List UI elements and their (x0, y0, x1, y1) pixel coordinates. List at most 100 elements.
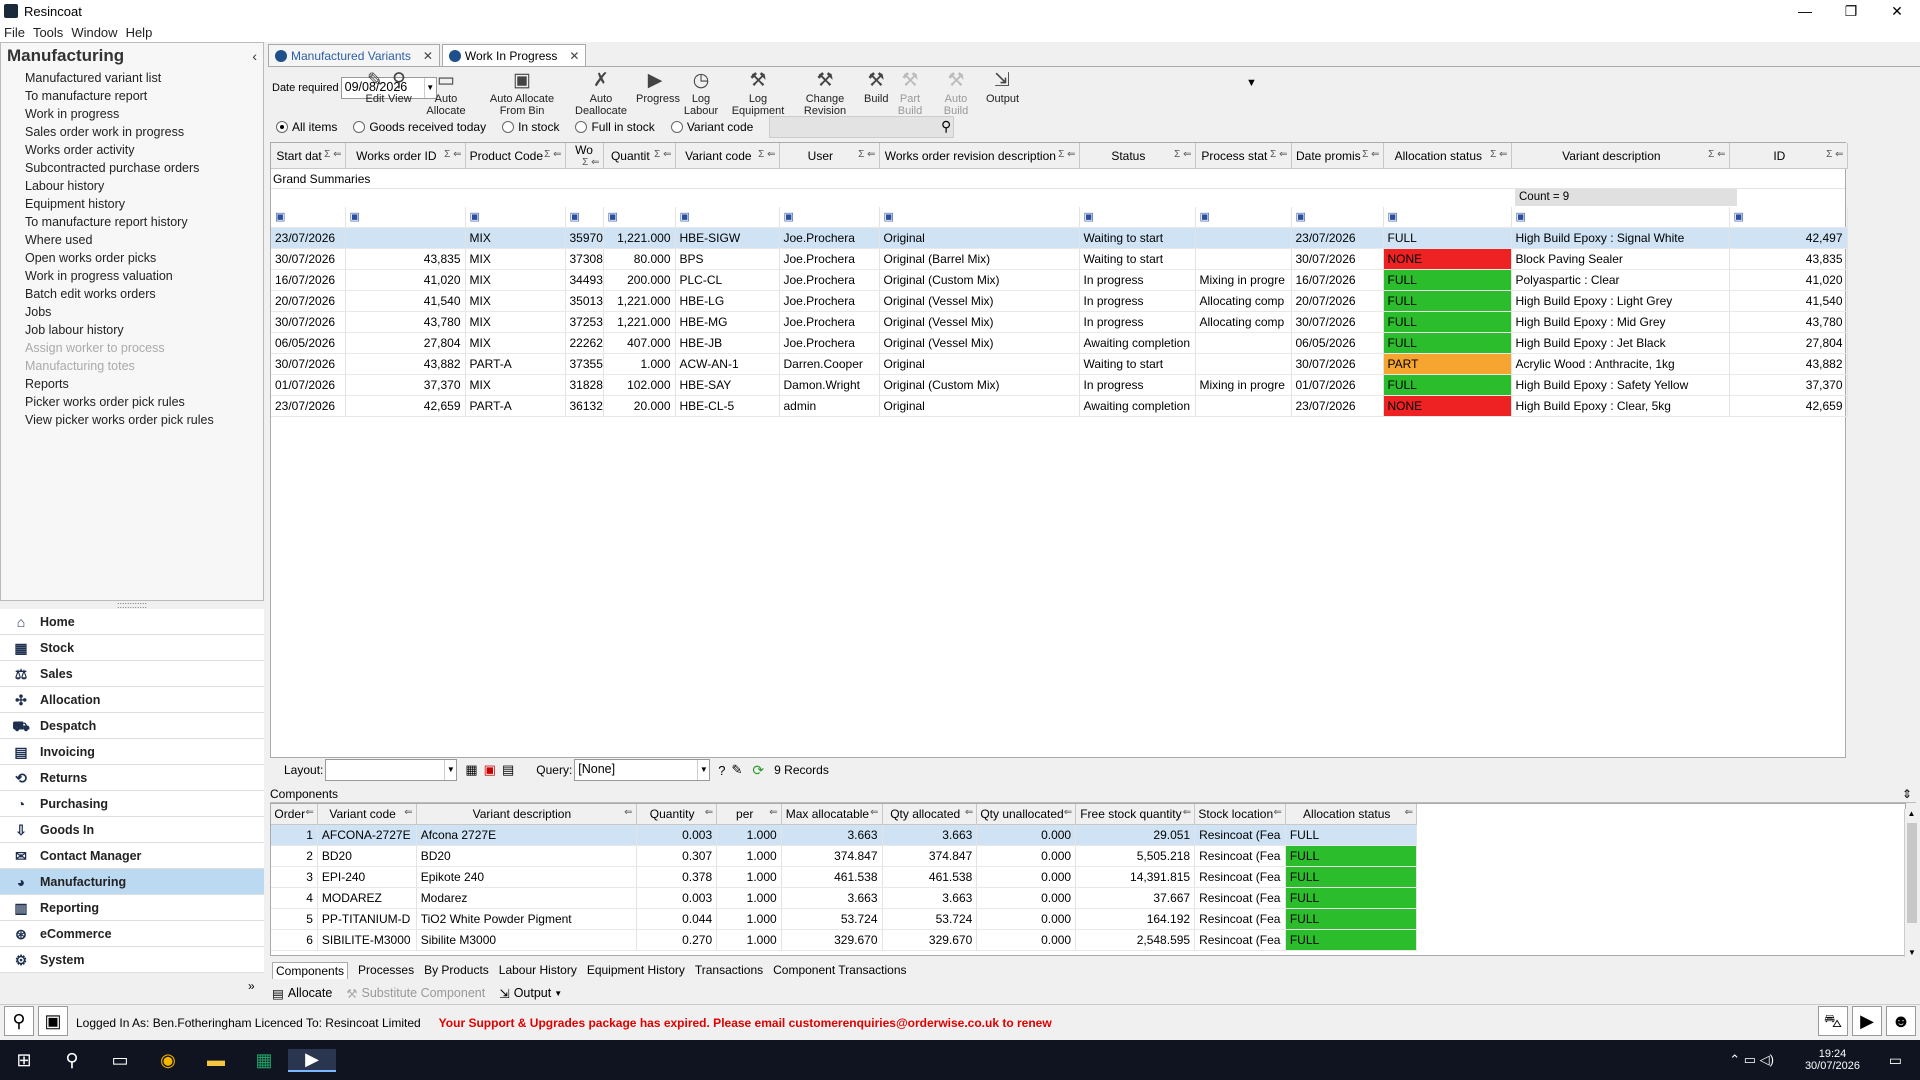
component-column-header[interactable]: per ⇐ (716, 804, 782, 825)
minimize-button[interactable]: — (1782, 0, 1828, 22)
column-header[interactable]: Allocation status Σ ⇐ (1383, 143, 1512, 169)
windows-start-icon[interactable]: ⊞ (0, 1050, 48, 1071)
allocate-button[interactable]: Allocate (288, 986, 332, 1000)
filter-icon[interactable]: ⇐ (1183, 807, 1191, 818)
component-row[interactable]: 5 PP-TITANIUM-D TiO2 White Powder Pigment 0… (271, 908, 1418, 930)
sum-filter-icon[interactable]: Σ ⇐ (1362, 149, 1379, 160)
column-filter-cell[interactable]: ▣ (603, 207, 676, 228)
module-goods-in[interactable]: ⇩ Goods In (0, 817, 264, 843)
nav-item[interactable]: Labour history (25, 177, 263, 195)
nav-item[interactable]: Open works order picks (25, 249, 263, 267)
query-select[interactable]: [None] ▼ (574, 759, 711, 781)
column-header[interactable]: Process stat Σ ⇐ (1195, 143, 1292, 169)
module-home[interactable]: ⌂ Home (0, 609, 264, 635)
module-allocation[interactable]: ✣ Allocation (0, 687, 264, 713)
column-filter-cell[interactable]: ▣ (1079, 207, 1196, 228)
tab-manufactured-variants[interactable]: Manufactured Variants ✕ (268, 44, 440, 66)
module-contact-manager[interactable]: ✉ Contact Manager (0, 843, 264, 869)
refresh-icon[interactable]: ⟳ (752, 762, 764, 779)
search-icon[interactable]: ⚲ (48, 1050, 96, 1071)
nav-item[interactable]: Where used (25, 231, 263, 249)
module-purchasing[interactable]: ◔ Purchasing (0, 791, 264, 817)
column-filter-cell[interactable]: ▣ (465, 207, 566, 228)
nav-item[interactable]: Job labour history (25, 321, 263, 339)
menu-window[interactable]: Window (71, 25, 117, 40)
radio-button[interactable] (575, 121, 588, 133)
save-layout-icon[interactable]: ▦ (465, 762, 477, 778)
sum-filter-icon[interactable]: Σ ⇐ (444, 149, 461, 160)
user-icon[interactable]: ☻ (1886, 1006, 1916, 1036)
task-view-icon[interactable]: ▭ (96, 1050, 144, 1071)
edit-button[interactable]: ✎ Edit (364, 69, 386, 105)
column-filter-cell[interactable]: ▣ (1511, 207, 1730, 228)
build-button[interactable]: ⚒ Build (864, 69, 888, 105)
component-row[interactable]: 4 MODAREZ Modarez 0.003 1.000 3.663 3.663 0.000… (271, 887, 1418, 909)
tab-equipment-history[interactable]: Equipment History (587, 963, 685, 977)
column-header[interactable]: Variant code Σ ⇐ (675, 143, 780, 169)
filter-goods-received-today[interactable]: Goods received today (353, 120, 486, 134)
sum-filter-icon[interactable]: Σ ⇐ (1270, 149, 1287, 160)
component-row[interactable]: 6 SIBILITE-M3000 Sibilite M3000 0.270 1.000 3… (271, 929, 1418, 951)
query-dropdown-icon[interactable]: ▼ (697, 760, 709, 780)
column-filter-cell[interactable]: ▣ (675, 207, 780, 228)
table-row[interactable]: 30/07/2026 43,882 PART-A 37355 1.000 ACW-AN-1… (271, 353, 1848, 375)
query-edit-icon[interactable]: ✎ (732, 762, 743, 778)
column-header[interactable]: Works order ID Σ ⇐ (345, 143, 466, 169)
radio-button[interactable] (502, 121, 515, 133)
filter-full-in-stock[interactable]: Full in stock (575, 120, 655, 134)
column-header[interactable]: Works order revision description Σ ⇐ (879, 143, 1080, 169)
component-column-header[interactable]: Stock location ⇐ (1194, 804, 1286, 825)
table-row[interactable]: 23/07/2026 MIX 35970 1,221.000 HBE-SIGW Joe.P… (271, 227, 1848, 249)
auto-build-button[interactable]: ⚒ Auto Build (934, 69, 978, 117)
orderwise-icon[interactable]: ▶ (288, 1048, 336, 1072)
filter-icon[interactable]: ⇐ (769, 807, 777, 818)
component-column-header[interactable]: Max allocatable ⇐ (781, 804, 883, 825)
tab-work-in-progress[interactable]: Work In Progress ✕ (441, 44, 587, 66)
system-tray-icons[interactable]: ⌃ ▭ ◁) (1729, 1052, 1774, 1068)
chrome-icon[interactable]: ◉ (144, 1050, 192, 1071)
column-header[interactable]: Start dat Σ ⇐ (271, 143, 346, 169)
nav-item[interactable]: Equipment history (25, 195, 263, 213)
close-tab-icon[interactable]: ✕ (569, 49, 579, 63)
nav-item[interactable]: Reports (25, 375, 263, 393)
column-filter-cell[interactable]: ▣ (345, 207, 466, 228)
module-ecommerce[interactable]: ⊛ eCommerce (0, 921, 264, 947)
module-returns[interactable]: ⟲ Returns (0, 765, 264, 791)
query-help-icon[interactable]: ? (718, 763, 725, 778)
module-reporting[interactable]: ▥ Reporting (0, 895, 264, 921)
sum-filter-icon[interactable]: Σ ⇐ (1708, 149, 1725, 160)
part-build-button[interactable]: ⚒ Part Build (890, 69, 930, 117)
variant-code-search-input[interactable]: ⚲ (769, 116, 955, 138)
cart-icon[interactable]: ⛍ (1818, 1006, 1848, 1036)
module-invoicing[interactable]: ▤ Invoicing (0, 739, 264, 765)
filter-icon[interactable]: ⇐ (705, 807, 713, 818)
column-header[interactable]: Product Code Σ ⇐ (465, 143, 566, 169)
filter-icon[interactable]: ⇐ (305, 807, 313, 818)
substitute-component-button[interactable]: Substitute Component (362, 986, 486, 1000)
table-row[interactable]: 16/07/2026 41,020 MIX 34493 200.000 PLC-CL Joe… (271, 269, 1848, 291)
sum-filter-icon[interactable]: Σ ⇐ (324, 149, 341, 160)
output-button[interactable]: Output (514, 986, 552, 1000)
excel-icon[interactable]: ▦ (240, 1050, 288, 1071)
sum-filter-icon[interactable]: Σ ⇐ (858, 149, 875, 160)
filter-icon[interactable]: ⇐ (1405, 807, 1413, 818)
table-row[interactable]: 23/07/2026 42,659 PART-A 36132 20.000 HBE-CL-… (271, 395, 1848, 417)
table-row[interactable]: 20/07/2026 41,540 MIX 35013 1,221.000 HBE-LG J… (271, 290, 1848, 312)
nav-item[interactable]: Subcontracted purchase orders (25, 159, 263, 177)
component-column-header[interactable]: Quantity ⇐ (636, 804, 718, 825)
nav-item[interactable]: View picker works order pick rules (25, 411, 263, 429)
table-row[interactable]: 30/07/2026 43,780 MIX 37253 1,221.000 HBE-MG J… (271, 311, 1848, 333)
clock[interactable]: 19:24 30/07/2026 (1805, 1048, 1860, 1072)
module-manufacturing[interactable]: ◕ Manufacturing (0, 869, 264, 895)
close-button[interactable]: ✕ (1874, 0, 1920, 22)
scroll-down-icon[interactable]: ▼ (1905, 948, 1919, 957)
sum-filter-icon[interactable]: Σ ⇐ (1490, 149, 1507, 160)
close-tab-icon[interactable]: ✕ (423, 49, 433, 63)
auto-allocate-from-bin-button[interactable]: ▣ Auto Allocate From Bin (476, 69, 568, 117)
delete-layout-icon[interactable]: ▣ (484, 762, 496, 778)
auto-deallocate-button[interactable]: ✗ Auto Deallocate (570, 69, 632, 117)
log-labour-button[interactable]: ◷ Log Labour (678, 69, 724, 117)
column-filter-cell[interactable]: ▣ (1383, 207, 1512, 228)
nav-item[interactable]: Picker works order pick rules (25, 393, 263, 411)
component-column-header[interactable]: Allocation status ⇐ (1285, 804, 1418, 825)
